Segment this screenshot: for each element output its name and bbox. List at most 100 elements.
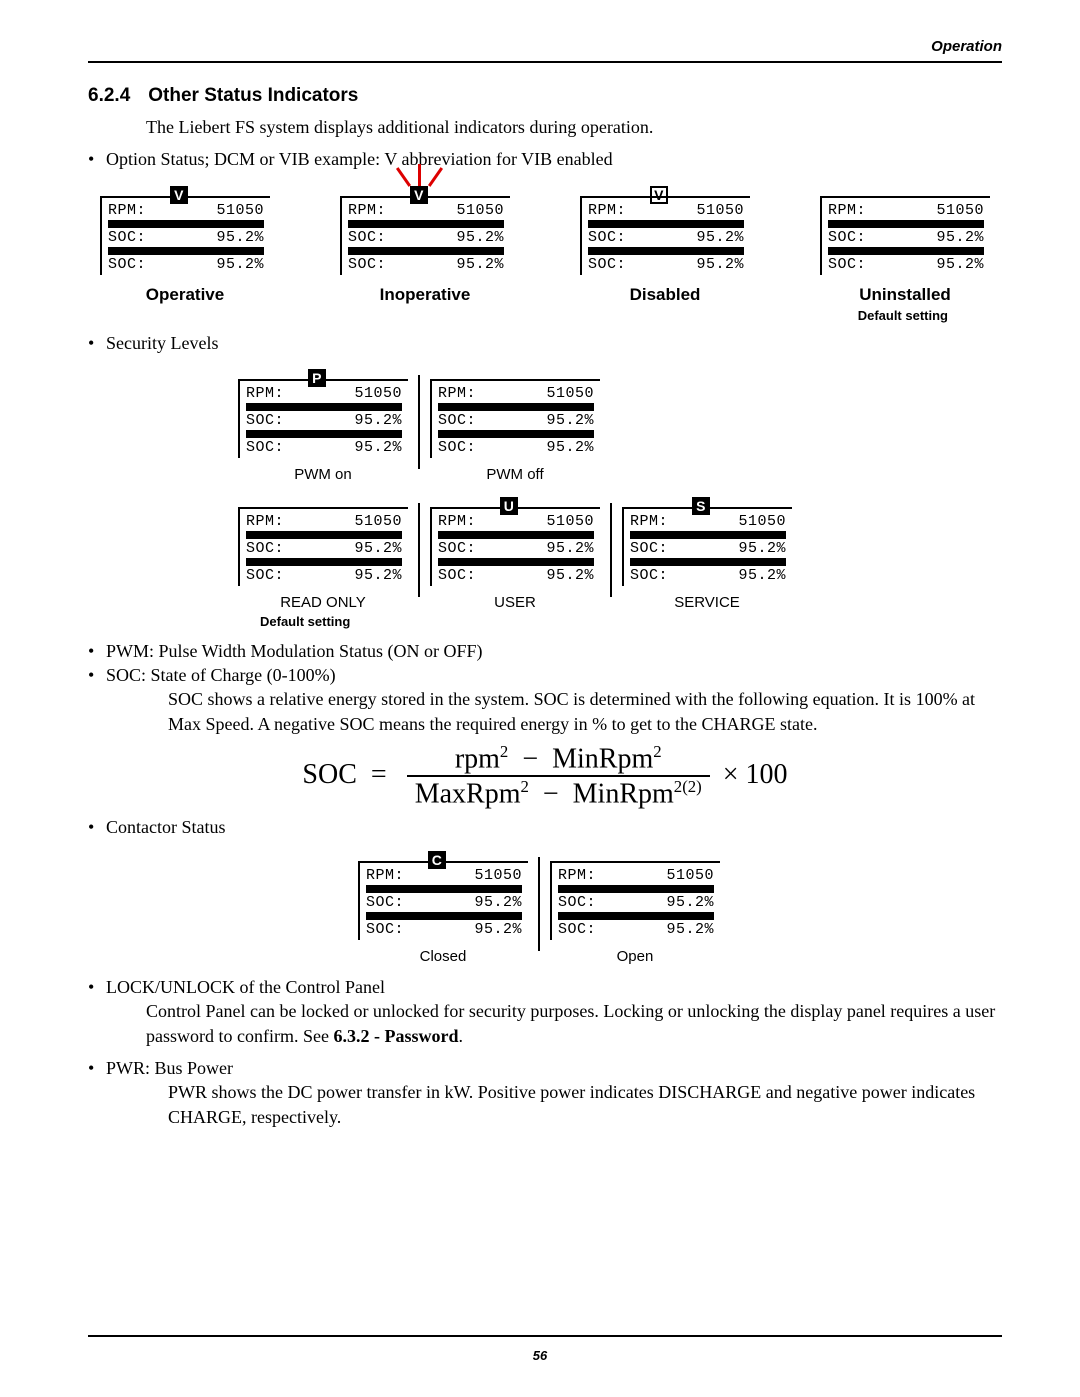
panel-caption: USER [430, 594, 600, 611]
lcd-panel: RPM:51050 SOC:95.2% SOC:95.2% [430, 379, 600, 458]
eq-den-exp: 2(2) [674, 777, 702, 796]
lcd-row: SOC:95.2% [246, 439, 402, 456]
status-badge: P [308, 369, 326, 387]
lcd-panel: PRPM:51050SOC:95.2%SOC:95.2% [238, 379, 408, 458]
lcd-row: RPM:51050 [828, 202, 984, 219]
status-badge: C [428, 851, 446, 869]
lcd-row: SOC:95.2% [246, 412, 402, 429]
panel-caption: READ ONLY [238, 594, 408, 611]
section-heading: 6.2.4 Other Status Indicators [88, 85, 1002, 107]
lcd-row: RPM:51050 [588, 202, 744, 219]
lcd-row: SOC:95.2% [588, 256, 744, 273]
eq-num-rpm: rpm [455, 743, 500, 774]
soc-description: SOC shows a relative energy stored in th… [168, 687, 1002, 736]
lcd-row: RPM:51050 [108, 202, 264, 219]
lcd-row: RPM:51050 [246, 513, 402, 530]
divider [610, 503, 612, 597]
lcd-row: SOC:95.2% [588, 229, 744, 246]
lcd-row: SOC:95.2% [438, 540, 594, 557]
divider [538, 857, 540, 951]
lcd-panel: VRPM:51050SOC:95.2%SOC:95.2% [100, 196, 270, 275]
lcd-row: RPM:51050 [366, 867, 522, 884]
panel-caption: Uninstalled [820, 285, 990, 305]
bullet-security-levels: Security Levels [88, 331, 1002, 355]
section-number: 6.2.4 [88, 85, 130, 106]
lcd-row: SOC:95.2% [108, 229, 264, 246]
option-status-row: VRPM:51050SOC:95.2%SOC:95.2%OperativeVRP… [100, 196, 990, 305]
lock-text-ref: 6.3.2 - Password [333, 1026, 458, 1046]
lcd-row: SOC:95.2% [438, 567, 594, 584]
lcd-panel: VRPM:51050SOC:95.2%SOC:95.2% [340, 196, 510, 275]
default-setting-uninstalled: Default setting [858, 308, 948, 323]
lcd-row: SOC:95.2% [246, 567, 402, 584]
lcd-panel: CRPM:51050SOC:95.2%SOC:95.2% [358, 861, 528, 940]
bullet-security-levels-text: Security Levels [106, 333, 218, 353]
panel-caption: Inoperative [340, 285, 510, 305]
status-badge: V [650, 186, 668, 204]
eq-den-minrpm: MinRpm [573, 779, 674, 810]
panel-caption: Closed [358, 948, 528, 965]
lcd-row: SOC:95.2% [348, 229, 504, 246]
default-setting-readonly: Default setting [260, 614, 350, 629]
lcd-row: RPM:51050 [348, 202, 504, 219]
eq-num-minrpm: MinRpm [552, 743, 653, 774]
bullet-contactor: Contactor Status [88, 815, 1002, 839]
lock-text-a: Control Panel can be locked or unlocked … [146, 1001, 995, 1045]
panel-caption: Open [550, 948, 720, 965]
panel-caption: PWM off [430, 466, 600, 483]
lcd-panel: URPM:51050SOC:95.2%SOC:95.2% [430, 507, 600, 586]
divider [418, 503, 420, 597]
lcd-row: SOC:95.2% [366, 921, 522, 938]
lcd-row: SOC:95.2% [246, 540, 402, 557]
panel-caption: Operative [100, 285, 270, 305]
lcd-panel: RPM:51050SOC:95.2%SOC:95.2% [820, 196, 990, 275]
lcd-panel: RPM:51050SOC:95.2%SOC:95.2% [550, 861, 720, 940]
lcd-row: SOC:95.2% [438, 439, 594, 456]
pwm-row: PRPM:51050SOC:95.2%SOC:95.2%PWM onRPM:51… [238, 379, 990, 483]
lcd-row: SOC:95.2% [558, 894, 714, 911]
lcd-panel: VRPM:51050SOC:95.2%SOC:95.2% [580, 196, 750, 275]
lcd-row: RPM:51050 [630, 513, 786, 530]
lcd-row: SOC:95.2% [108, 256, 264, 273]
lcd-panel: RPM:51050 SOC:95.2% SOC:95.2% [238, 507, 408, 586]
lcd-row: RPM:51050 [438, 513, 594, 530]
lcd-row: SOC:95.2% [438, 412, 594, 429]
eq-fraction: rpm2 − MinRpm2 MaxRpm2 − MinRpm2(2) [407, 742, 710, 811]
lcd-row: SOC:95.2% [630, 567, 786, 584]
bullet-option-status: Option Status; DCM or VIB example: V abb… [88, 147, 1002, 171]
status-badge: S [692, 497, 710, 515]
access-row: RPM:51050SOC:95.2%SOC:95.2%READ ONLYURPM… [238, 507, 990, 611]
lcd-panel: SRPM:51050SOC:95.2%SOC:95.2% [622, 507, 792, 586]
bullet-lock-text: LOCK/UNLOCK of the Control Panel [106, 977, 385, 997]
eq-den-maxrpm: MaxRpm [415, 779, 521, 810]
bullet-soc: SOC: State of Charge (0-100%) [88, 663, 1002, 687]
running-head: Operation [88, 38, 1002, 55]
lcd-row: RPM:51050 [438, 385, 594, 402]
soc-equation: SOC = rpm2 − MinRpm2 MaxRpm2 − MinRpm2(2… [88, 742, 1002, 811]
pwr-description: PWR shows the DC power transfer in kW. P… [168, 1080, 1002, 1129]
section-intro: The Liebert FS system displays additiona… [146, 115, 1002, 139]
lcd-row: RPM:51050 [558, 867, 714, 884]
lcd-row: RPM:51050 [246, 385, 402, 402]
panel-caption: PWM on [238, 466, 408, 483]
section-title: Other Status Indicators [148, 85, 358, 106]
divider [418, 375, 420, 469]
status-badge: V [410, 186, 428, 204]
eq-tail: × 100 [723, 759, 788, 790]
lcd-row: SOC:95.2% [630, 540, 786, 557]
bullet-pwm: PWM: Pulse Width Modulation Status (ON o… [88, 639, 1002, 663]
panel-caption: Disabled [580, 285, 750, 305]
bullet-pwr-text: PWR: Bus Power [106, 1058, 233, 1078]
eq-lhs: SOC [302, 759, 356, 790]
top-rule [88, 61, 1002, 63]
bullet-pwr: PWR: Bus Power [88, 1056, 1002, 1080]
lock-description: Control Panel can be locked or unlocked … [146, 999, 1002, 1048]
panel-caption: SERVICE [622, 594, 792, 611]
contactor-row: CRPM:51050SOC:95.2%SOC:95.2%ClosedRPM:51… [358, 861, 990, 965]
lock-text-b: . [458, 1026, 463, 1046]
status-badge: U [500, 497, 518, 515]
bottom-rule [88, 1335, 1002, 1337]
bullet-option-status-text: Option Status; DCM or VIB example: V abb… [106, 149, 613, 169]
bullet-soc-text: SOC: State of Charge (0-100%) [106, 665, 336, 685]
bullet-lock: LOCK/UNLOCK of the Control Panel [88, 975, 1002, 999]
